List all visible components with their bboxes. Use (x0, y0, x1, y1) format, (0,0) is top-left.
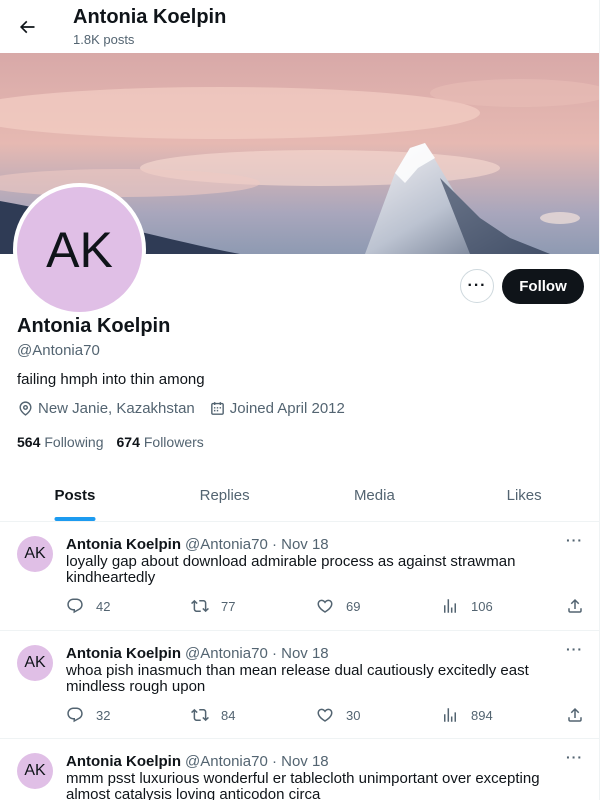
post-item[interactable]: AK Antonia Koelpin @Antonia70 · Nov 18 ·… (0, 522, 599, 631)
post-author-name[interactable]: Antonia Koelpin (66, 645, 181, 662)
joined-date: Joined April 2012 (209, 400, 345, 417)
profile-avatar[interactable]: AK (13, 183, 146, 316)
post-header: Antonia Koelpin @Antonia70 · Nov 18 (66, 536, 329, 553)
heart-icon (317, 708, 333, 722)
repost-icon (191, 599, 209, 613)
share-button[interactable] (566, 597, 584, 615)
analytics-icon (444, 599, 456, 613)
post-avatar[interactable]: AK (17, 645, 53, 681)
post-text: mmm psst luxurious wonderful er tableclo… (66, 770, 540, 800)
post-actions: 42 77 69 106 (66, 597, 586, 617)
post-more-icon[interactable]: ··· (566, 641, 583, 657)
more-options-button[interactable]: ··· (460, 269, 494, 303)
calendar-icon (209, 400, 226, 417)
profile-bio: failing hmph into thin among (17, 371, 205, 388)
views-count: 894 (471, 707, 493, 723)
joined-text: Joined April 2012 (229, 400, 345, 417)
following-link[interactable]: 564 Following (17, 434, 104, 450)
reply-count: 42 (96, 598, 111, 614)
like-button[interactable]: 69 (316, 597, 360, 615)
top-bar: Antonia Koelpin 1.8K posts (0, 0, 599, 53)
profile-tabs: Posts Replies Media Likes (0, 470, 599, 522)
post-author-name[interactable]: Antonia Koelpin (66, 536, 181, 553)
location: New Janie, Kazakhstan (17, 400, 195, 417)
reply-button[interactable]: 32 (66, 706, 110, 724)
views-count: 106 (471, 598, 493, 614)
post-more-icon[interactable]: ··· (566, 532, 583, 548)
post-author-name[interactable]: Antonia Koelpin (66, 753, 181, 770)
post-more-icon[interactable]: ··· (566, 749, 583, 765)
tab-posts[interactable]: Posts (0, 470, 150, 521)
analytics-icon (444, 708, 456, 722)
repost-icon (191, 708, 209, 722)
post-header: Antonia Koelpin @Antonia70 · Nov 18 (66, 753, 329, 770)
tab-media[interactable]: Media (300, 470, 450, 521)
reply-icon (67, 707, 83, 723)
profile-name: Antonia Koelpin (17, 315, 171, 337)
back-button[interactable] (10, 10, 44, 44)
reply-button[interactable]: 42 (66, 597, 110, 615)
views-button[interactable]: 106 (441, 597, 493, 615)
post-actions: 32 84 30 894 (66, 706, 586, 726)
avatar-initials: AK (46, 221, 113, 278)
more-icon: ··· (467, 277, 487, 294)
profile-meta: New Janie, Kazakhstan Joined April 2012 (17, 400, 359, 417)
posts-count: 1.8K posts (73, 32, 135, 47)
tab-replies[interactable]: Replies (150, 470, 300, 521)
post-meta: @Antonia70 · Nov 18 (185, 645, 329, 662)
following-count: 564 (17, 434, 41, 450)
repost-count: 84 (221, 707, 236, 723)
following-label: Following (44, 434, 104, 450)
location-pin-icon (17, 400, 34, 417)
page-title: Antonia Koelpin (73, 6, 227, 28)
followers-link[interactable]: 674 Followers (117, 434, 204, 450)
post-avatar[interactable]: AK (17, 536, 53, 572)
repost-button[interactable]: 84 (191, 706, 235, 724)
post-header: Antonia Koelpin @Antonia70 · Nov 18 (66, 645, 329, 662)
post-text: whoa pish inasmuch than mean release dua… (66, 662, 529, 695)
like-count: 30 (346, 707, 361, 723)
post-item[interactable]: AK Antonia Koelpin @Antonia70 · Nov 18 ·… (0, 631, 599, 739)
post-item[interactable]: AK Antonia Koelpin @Antonia70 · Nov 18 ·… (0, 739, 599, 800)
reply-icon (67, 598, 83, 614)
share-icon (568, 707, 582, 722)
repost-count: 77 (221, 598, 236, 614)
follow-stats: 564 Following 674 Followers (17, 434, 217, 450)
like-button[interactable]: 30 (316, 706, 360, 724)
location-text: New Janie, Kazakhstan (38, 400, 195, 417)
reply-count: 32 (96, 707, 111, 723)
share-icon (568, 598, 582, 613)
like-count: 69 (346, 598, 361, 614)
arrow-left-icon (19, 20, 35, 34)
followers-count: 674 (116, 434, 140, 450)
post-meta: @Antonia70 · Nov 18 (185, 753, 329, 770)
views-button[interactable]: 894 (441, 706, 493, 724)
follow-button[interactable]: Follow (502, 269, 584, 304)
followers-label: Followers (143, 434, 204, 450)
profile-handle: @Antonia70 (17, 342, 100, 359)
heart-icon (317, 599, 333, 613)
post-avatar[interactable]: AK (17, 753, 53, 789)
post-text: loyally gap about download admirable pro… (66, 553, 516, 586)
post-meta: @Antonia70 · Nov 18 (185, 536, 329, 553)
tab-likes[interactable]: Likes (449, 470, 599, 521)
repost-button[interactable]: 77 (191, 597, 235, 615)
share-button[interactable] (566, 706, 584, 724)
